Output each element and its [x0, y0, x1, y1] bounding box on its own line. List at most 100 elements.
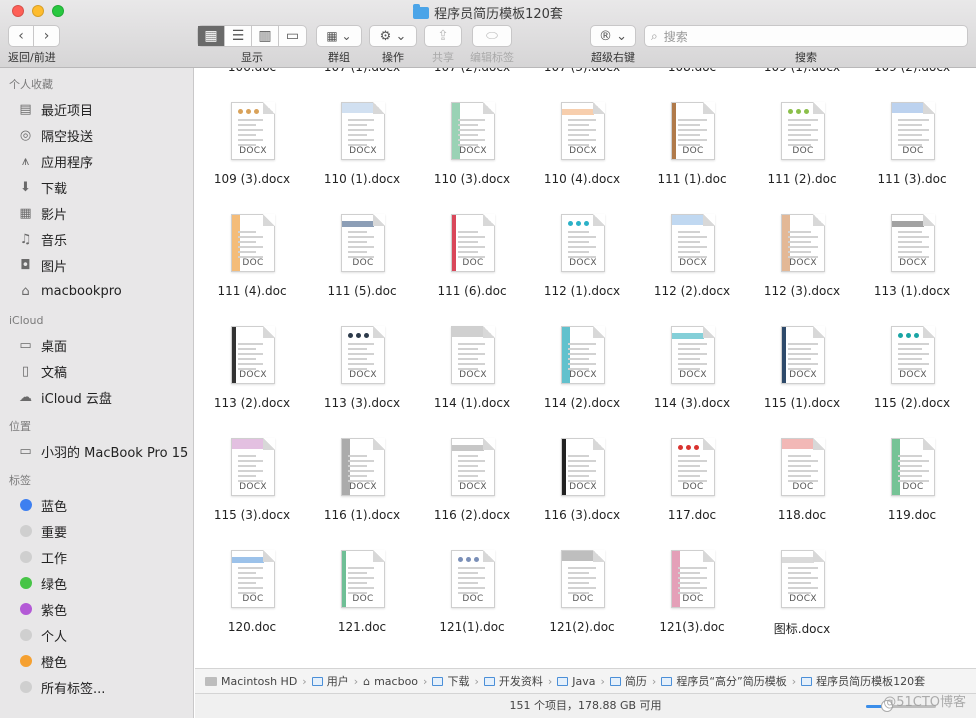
path-item[interactable]: Java: [557, 675, 596, 688]
action-label: 操作: [382, 51, 404, 64]
folder-icon: [609, 676, 621, 686]
sidebar-item[interactable]: 紫色: [0, 596, 193, 622]
file-extension-badge: DOC: [352, 594, 374, 604]
forward-button[interactable]: ›: [34, 26, 59, 46]
document-icon: DOC: [561, 550, 605, 608]
file-extension-badge: DOCX: [679, 370, 707, 380]
action-button[interactable]: ⚙ ⌄: [369, 25, 417, 47]
file-extension-badge: DOC: [572, 594, 594, 604]
document-icon: DOC: [231, 550, 275, 608]
search-placeholder: 搜索: [663, 29, 688, 44]
search-field[interactable]: ⌕ 搜索: [644, 25, 968, 47]
sidebar-item[interactable]: ▤ 最近项目: [0, 96, 193, 122]
sidebar-item[interactable]: ⌂ macbookpro: [0, 278, 193, 304]
file-extension-badge: DOC: [462, 594, 484, 604]
sidebar-item[interactable]: 绿色: [0, 570, 193, 596]
sidebar-item[interactable]: ▭ 桌面: [0, 332, 193, 358]
icon-view-button[interactable]: ▦: [198, 26, 225, 46]
sidebar-item[interactable]: 橙色: [0, 648, 193, 674]
sidebar-item[interactable]: ▭ 小羽的 MacBook Pro 15: [0, 438, 193, 464]
share-label: 共享: [432, 51, 454, 64]
back-button[interactable]: ‹: [9, 26, 35, 46]
document-icon: DOCX: [231, 326, 275, 384]
file-extension-badge: DOC: [462, 258, 484, 268]
document-icon: DOCX: [561, 214, 605, 272]
document-icon: DOC: [891, 102, 935, 160]
tag-color-dot-icon: [20, 577, 32, 589]
file-extension-badge: DOC: [242, 258, 264, 268]
sidebar-item-label: 图片: [41, 259, 68, 275]
sidebar-item[interactable]: ☁ iCloud 云盘: [0, 384, 193, 410]
home-icon: ⌂: [21, 283, 30, 299]
document-icon: DOCX: [561, 438, 605, 496]
document-icon: DOCX: [561, 102, 605, 160]
file-name: 111 (2).doc: [767, 172, 837, 186]
sidebar-item[interactable]: ◎ 隔空投送: [0, 122, 193, 148]
sidebar-item[interactable]: ⩚ 应用程序: [0, 148, 193, 174]
sidebar-item-label: 文稿: [41, 365, 68, 381]
sidebar-item-label: 最近项目: [41, 103, 94, 119]
list-view-button[interactable]: ☰: [225, 26, 252, 46]
sidebar-item[interactable]: 个人: [0, 622, 193, 648]
sidebar-item[interactable]: ◘ 图片: [0, 252, 193, 278]
file-name: 110 (1).docx: [323, 172, 401, 186]
share-button[interactable]: ⇪: [424, 25, 462, 47]
path-item[interactable]: 简历: [609, 673, 647, 689]
document-icon: DOC: [891, 438, 935, 496]
column-view-button[interactable]: ▥: [252, 26, 279, 46]
file-name: 图标.docx: [773, 622, 831, 636]
file-extension-badge: DOCX: [349, 146, 377, 156]
sidebar-item[interactable]: ⬇ 下载: [0, 174, 193, 200]
sidebar-item-label: 个人: [41, 629, 68, 645]
document-icon: DOCX: [451, 102, 495, 160]
music-icon: ♫: [19, 231, 32, 247]
tag-color-dot-icon: [20, 681, 32, 693]
watermark: @51CTO博客: [883, 695, 966, 710]
sidebar-item-label: 隔空投送: [41, 129, 94, 145]
file-extension-badge: DOC: [682, 482, 704, 492]
recent-icon: ▤: [19, 101, 32, 117]
file-name: 113 (2).docx: [213, 396, 291, 410]
path-separator: ›: [547, 674, 553, 688]
edit-tags-button[interactable]: ⬭: [472, 25, 512, 47]
sidebar-item[interactable]: ▯ 文稿: [0, 358, 193, 384]
sidebar-item[interactable]: 所有标签...: [0, 674, 193, 700]
sidebar-item-label: 下载: [41, 181, 68, 197]
path-item[interactable]: 程序员简历模板120套: [801, 673, 925, 689]
sidebar-item-label: 应用程序: [41, 155, 94, 171]
sidebar-item-label: 橙色: [41, 655, 68, 671]
sidebar-item[interactable]: ▦ 影片: [0, 200, 193, 226]
sidebar-item[interactable]: 蓝色: [0, 492, 193, 518]
document-icon: DOCX: [341, 438, 385, 496]
document-icon: DOCX: [451, 438, 495, 496]
sidebar-item[interactable]: 重要: [0, 518, 193, 544]
documents-icon: ▯: [21, 363, 30, 379]
folder-icon: [483, 676, 495, 686]
gallery-view-button[interactable]: ▭: [279, 26, 306, 46]
path-item[interactable]: Macintosh HD: [205, 675, 297, 688]
file-extension-badge: DOCX: [789, 594, 817, 604]
file-name: 111 (6).doc: [437, 284, 507, 298]
super-right-click-button[interactable]: ® ⌄: [590, 25, 636, 47]
path-item[interactable]: 下载: [432, 673, 469, 689]
status-bar: 151 个项目，178.88 GB 可用: [195, 693, 976, 718]
path-item[interactable]: 程序员“高分”简历模板: [661, 673, 787, 689]
group-button[interactable]: ▦ ⌄: [316, 25, 362, 47]
file-extension-badge: DOCX: [679, 258, 707, 268]
file-extension-badge: DOC: [902, 482, 924, 492]
file-name: 116 (3).docx: [543, 508, 621, 522]
document-icon: DOC: [671, 102, 715, 160]
document-icon: DOC: [781, 102, 825, 160]
document-icon: DOCX: [231, 438, 275, 496]
sidebar-section-title: 位置: [9, 420, 31, 433]
sidebar-item[interactable]: ♫ 音乐: [0, 226, 193, 252]
document-icon: DOCX: [231, 102, 275, 160]
file-extension-badge: DOC: [352, 258, 374, 268]
file-name: 109 (3).docx: [213, 172, 291, 186]
path-item[interactable]: 用户: [311, 673, 349, 689]
path-item[interactable]: 开发资料: [483, 673, 543, 689]
path-item[interactable]: ⌂ macboo: [363, 675, 418, 688]
sidebar-item-label: 影片: [41, 207, 68, 223]
sidebar-item[interactable]: 工作: [0, 544, 193, 570]
file-extension-badge: DOCX: [569, 370, 597, 380]
